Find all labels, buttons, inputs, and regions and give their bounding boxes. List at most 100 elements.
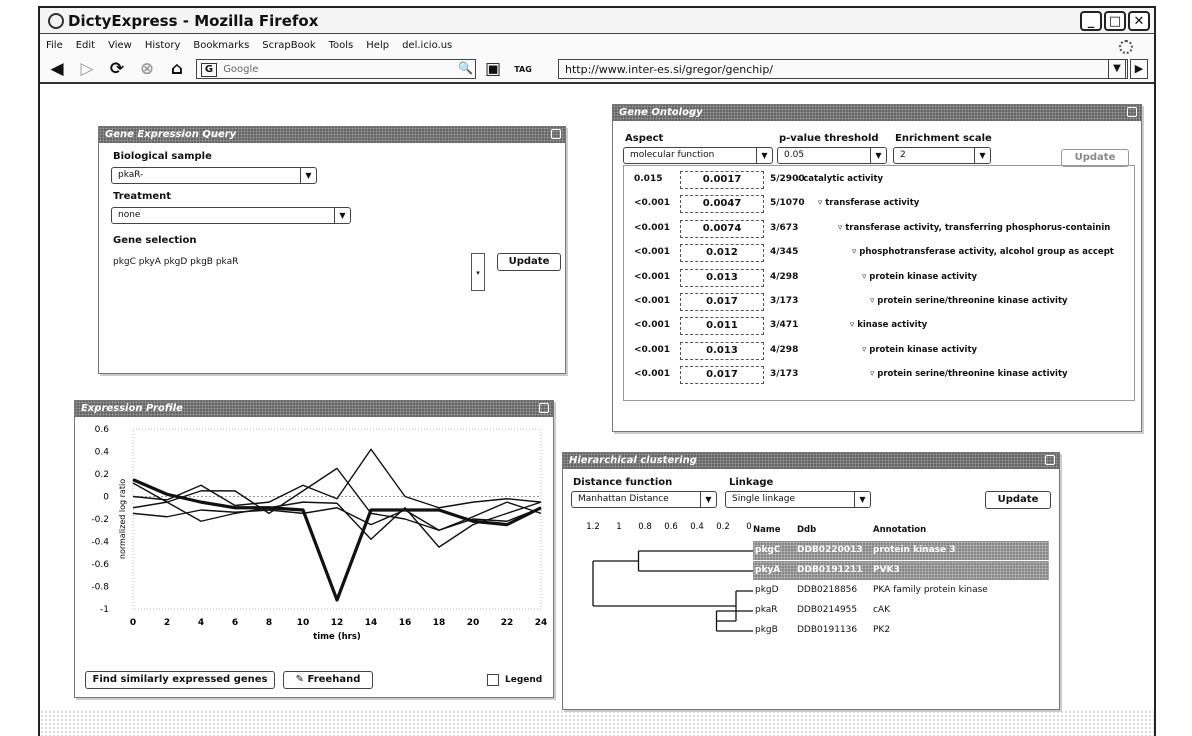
treatment-select[interactable]: none ▼ xyxy=(111,207,351,224)
panel-close-icon[interactable] xyxy=(1045,455,1055,465)
distance-select[interactable]: Manhattan Distance ▼ xyxy=(571,491,717,508)
go-term[interactable]: ▿ protein serine/threonine kinase activi… xyxy=(870,296,1068,306)
geq-update-button[interactable]: Update xyxy=(497,253,561,271)
go-pvalue: <0.001 xyxy=(634,247,671,258)
dendrogram[interactable]: 1.2 1 0.8 0.6 0.4 0.2 0 xyxy=(563,517,763,657)
gene-name: pkgB xyxy=(755,625,778,635)
hc-update-button[interactable]: Update xyxy=(985,491,1051,509)
panel-titlebar[interactable]: Gene Expression Query xyxy=(99,127,565,143)
close-window-button[interactable]: ✕ xyxy=(1128,11,1150,31)
panel-title: Expression Profile xyxy=(81,403,183,414)
go-term[interactable]: ▿ transferase activity xyxy=(818,198,919,208)
url-text: http://www.inter-es.si/gregor/genchip/ xyxy=(565,63,774,76)
menu-help[interactable]: Help xyxy=(366,40,389,51)
find-similar-button[interactable]: Find similarly expressed genes xyxy=(85,671,275,689)
menu-view[interactable]: View xyxy=(108,40,132,51)
go-gene-count: 3/471 xyxy=(770,320,799,331)
panel-close-icon[interactable] xyxy=(1127,107,1137,117)
chevron-down-icon: ▼ xyxy=(300,168,316,183)
reload-icon[interactable]: ⟳ xyxy=(106,58,128,80)
menu-tools[interactable]: Tools xyxy=(329,40,354,51)
go-pvalue: <0.001 xyxy=(634,369,671,380)
dendrogram-tick-label: 1.2 xyxy=(586,522,600,532)
x-tick-label: 20 xyxy=(467,618,480,628)
go-term-row[interactable]: 0.015 0.0017 5/2900 ▿ catalytic activity xyxy=(624,168,1134,192)
linkage-label: Linkage xyxy=(729,477,774,488)
forward-icon[interactable]: ▷ xyxy=(76,58,98,80)
go-term[interactable]: ▿ transferase activity, transferring pho… xyxy=(838,223,1110,233)
search-box[interactable]: G Google 🔍 xyxy=(196,59,476,79)
panel-title: Hierarchical clustering xyxy=(569,455,697,466)
scrapbook-icon[interactable]: ▣ xyxy=(482,58,504,80)
url-bar[interactable]: http://www.inter-es.si/gregor/genchip/ xyxy=(558,59,1128,79)
minimize-button[interactable]: _ xyxy=(1080,11,1102,31)
menu-bookmarks[interactable]: Bookmarks xyxy=(193,40,249,51)
go-term-label: protein serine/threonine kinase activity xyxy=(877,369,1068,380)
x-tick-label: 10 xyxy=(297,618,310,628)
go-fdr-value: 0.017 xyxy=(680,293,764,311)
pvalue-label: p-value threshold xyxy=(779,133,879,144)
back-icon[interactable]: ◀ xyxy=(46,58,68,80)
panel-titlebar[interactable]: Expression Profile xyxy=(75,401,553,417)
go-term-row[interactable]: <0.001 0.0047 5/1070 ▿ transferase activity xyxy=(624,192,1134,216)
y-tick-label: -0.6 xyxy=(91,560,109,570)
go-pvalue: <0.001 xyxy=(634,198,671,209)
dendrogram-tick-label: 0.4 xyxy=(690,522,704,532)
cluster-row[interactable]: pkyA DDB0191211 PVK3 xyxy=(753,561,1049,580)
freehand-button[interactable]: ✎ Freehand xyxy=(283,671,373,689)
y-tick-label: 0.2 xyxy=(95,470,109,480)
navigation-toolbar: ◀ ▷ ⟳ ⊗ ⌂ G Google 🔍 ▣ TAG http://www.in… xyxy=(40,56,1154,84)
go-term[interactable]: ▿ protein kinase activity xyxy=(862,345,977,355)
menu-scrapbook[interactable]: ScrapBook xyxy=(262,40,315,51)
go-term[interactable]: ▿ protein kinase activity xyxy=(862,272,977,282)
home-icon[interactable]: ⌂ xyxy=(166,58,188,80)
bio-sample-select[interactable]: pkaR- ▼ xyxy=(111,167,317,184)
go-term[interactable]: ▿ kinase activity xyxy=(850,320,927,330)
legend-checkbox[interactable] xyxy=(487,674,499,686)
hierarchical-clustering-panel: Hierarchical clustering Distance functio… xyxy=(562,452,1060,710)
gene-selection-field[interactable]: pkgC pkyA pkgD pkgB pkaR xyxy=(113,257,238,267)
menu-edit[interactable]: Edit xyxy=(76,40,95,51)
go-term-row[interactable]: <0.001 0.011 3/471 ▿ kinase activity xyxy=(624,314,1134,338)
go-term-row[interactable]: <0.001 0.017 3/173 ▿ protein serine/threoni… xyxy=(624,363,1134,387)
panel-titlebar[interactable]: Hierarchical clustering xyxy=(563,453,1059,469)
go-term[interactable]: ▿ catalytic activity xyxy=(796,174,883,184)
pvalue-select[interactable]: 0.05 ▼ xyxy=(777,147,887,164)
go-term-row[interactable]: <0.001 0.0074 3/673 ▿ transferase activity,… xyxy=(624,217,1134,241)
menu-history[interactable]: History xyxy=(145,40,181,51)
enrichment-select[interactable]: 2 ▼ xyxy=(893,147,991,164)
x-tick-label: 22 xyxy=(501,618,514,628)
go-term[interactable]: ▿ phosphotransferase activity, alcohol g… xyxy=(852,247,1114,257)
stop-icon[interactable]: ⊗ xyxy=(136,58,158,80)
go-term-row[interactable]: <0.001 0.013 4/298 ▿ protein kinase activit… xyxy=(624,339,1134,363)
go-term-row[interactable]: <0.001 0.017 3/173 ▿ protein serine/threoni… xyxy=(624,290,1134,314)
panel-close-icon[interactable] xyxy=(551,129,561,139)
ddb-id: DDB0191211 xyxy=(797,565,863,575)
legend-label: Legend xyxy=(505,675,543,685)
go-gene-count: 5/1070 xyxy=(770,198,805,209)
panel-close-icon[interactable] xyxy=(539,403,549,413)
cluster-row[interactable]: pkgC DDB0220013 protein kinase 3 xyxy=(753,541,1049,560)
maximize-button[interactable]: □ xyxy=(1104,11,1126,31)
go-term-row[interactable]: <0.001 0.012 4/345 ▿ phosphotransferase act… xyxy=(624,241,1134,265)
window-controls: _ □ ✕ xyxy=(1080,11,1150,31)
menu-file[interactable]: File xyxy=(46,40,63,51)
go-term[interactable]: ▿ protein serine/threonine kinase activi… xyxy=(870,369,1068,379)
x-tick-label: 24 xyxy=(535,618,548,628)
gene-list-scrollbar[interactable]: ▾ xyxy=(471,253,485,291)
menu-delicious[interactable]: del.icio.us xyxy=(402,40,452,51)
url-dropdown-icon[interactable]: ▼ xyxy=(1108,59,1126,79)
treatment-value: none xyxy=(118,210,141,220)
magnifier-icon[interactable]: 🔍 xyxy=(458,61,473,75)
expression-chart[interactable]: 0.60.40.20-0.2-0.4-0.6-0.8-10 2 4 6 8 10 12 14 1… xyxy=(75,419,553,659)
tag-icon[interactable]: TAG xyxy=(512,58,534,80)
go-term-row[interactable]: <0.001 0.013 4/298 ▿ protein kinase activit… xyxy=(624,266,1134,290)
linkage-select[interactable]: Single linkage ▼ xyxy=(725,491,871,508)
cluster-row[interactable]: pkgD DDB0218856 PKA family protein kinase xyxy=(753,581,1049,600)
go-icon[interactable]: ▶ xyxy=(1130,59,1148,79)
cluster-row[interactable]: pkgB DDB0191136 PK2 xyxy=(753,621,1049,640)
aspect-select[interactable]: molecular function ▼ xyxy=(623,147,773,164)
ddb-id: DDB0220013 xyxy=(797,545,863,555)
cluster-row[interactable]: pkaR DDB0214955 cAK xyxy=(753,601,1049,620)
panel-titlebar[interactable]: Gene Ontology xyxy=(613,105,1141,121)
